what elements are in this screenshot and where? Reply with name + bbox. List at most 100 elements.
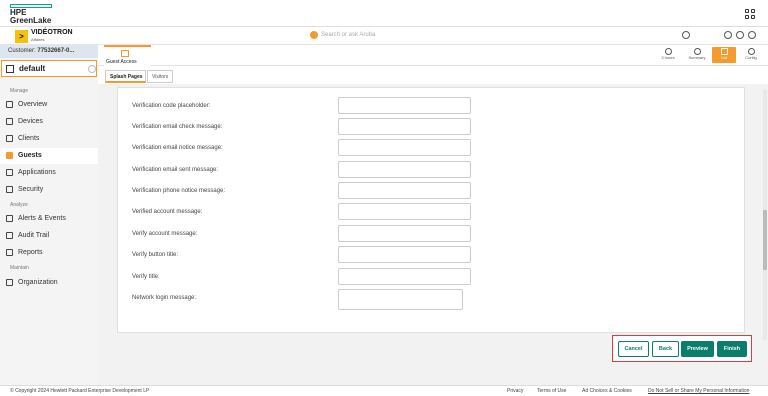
scrollbar-thumb[interactable] (763, 210, 767, 270)
field-label: Verify title: (132, 274, 160, 280)
verified-account-message-input[interactable] (338, 203, 471, 220)
app-grid-icon[interactable] (745, 9, 755, 19)
sidebar: Customer: 77532667-0... default Manage O… (0, 45, 98, 385)
verify-account-message-input[interactable] (338, 225, 471, 242)
verification-code-placeholder-input[interactable] (338, 97, 471, 114)
logo-line2: GreenLake (10, 16, 52, 25)
page: HPE GreenLake > VIDÉOTRON Affaires Searc… (0, 0, 768, 396)
search-placeholder[interactable]: Search or ask Aruba (321, 31, 375, 40)
sidebar-item-label: Security (18, 186, 44, 193)
finish-button[interactable]: Finish (717, 341, 747, 357)
verification-phone-notice-input[interactable] (338, 182, 471, 199)
sidebar-item-label: Clients (18, 135, 40, 142)
back-button[interactable]: Back (652, 341, 679, 357)
summary-button[interactable]: Summary (685, 47, 709, 63)
verification-email-check-input[interactable] (338, 118, 471, 135)
field-label: Verified account message: (132, 209, 203, 215)
section-manage: Manage (10, 88, 29, 94)
help-icon[interactable] (736, 31, 744, 39)
hpe-greenlake-logo[interactable]: HPE GreenLake (10, 4, 54, 25)
privacy-link[interactable]: Privacy (507, 386, 523, 396)
tab-splash-pages[interactable]: Splash Pages (105, 70, 146, 83)
customer-line: Customer: 77532667-0... (0, 45, 98, 58)
guest-access-icon (121, 50, 129, 57)
preview-button[interactable]: Preview (681, 341, 714, 357)
form-row: Verify button title: (118, 246, 746, 264)
clients-icon (6, 135, 13, 142)
aruba-search-icon (310, 31, 318, 39)
field-label: Network login message: (132, 295, 197, 301)
section-maintain: Maintain (10, 265, 29, 271)
sidebar-item-reports[interactable]: Reports (0, 245, 98, 261)
customer-value: 77532667-0... (37, 48, 75, 54)
sidebar-item-overview[interactable]: Overview (0, 97, 98, 113)
cancel-button[interactable]: Cancel (618, 341, 649, 357)
alert-icon (6, 215, 13, 222)
sidebar-item-applications[interactable]: Applications (0, 165, 98, 181)
scrollbar[interactable] (763, 90, 767, 340)
verify-button-title-input[interactable] (338, 246, 471, 263)
form-card: Verification code placeholder: Verificat… (117, 87, 745, 333)
list-label: List (720, 55, 728, 60)
verify-title-input[interactable] (338, 268, 471, 285)
terms-link[interactable]: Terms of Use (537, 386, 566, 396)
top-icons (682, 31, 762, 41)
account-name[interactable]: VIDÉOTRON (31, 29, 73, 37)
verification-email-notice-input[interactable] (338, 139, 471, 156)
group-status-icon (88, 65, 96, 73)
sidebar-item-organization[interactable]: Organization (0, 275, 98, 291)
network-login-message-textarea[interactable] (338, 289, 463, 310)
sidebar-item-clients[interactable]: Clients (0, 131, 98, 147)
tab-guest-access[interactable]: Guest Access (104, 45, 151, 66)
sidebar-item-alerts-events[interactable]: Alerts & Events (0, 211, 98, 227)
section-analyze: Analyze (10, 202, 28, 208)
top-bar: HPE GreenLake (0, 0, 768, 27)
list-button[interactable]: List (712, 47, 736, 63)
time-range-button[interactable]: 3 hours (656, 47, 680, 63)
sidebar-item-label: Guests (18, 152, 42, 159)
form-row: Verify title: (118, 268, 746, 286)
form-row: Verification code placeholder: (118, 97, 746, 115)
user-icon[interactable] (748, 31, 756, 39)
field-label: Verification email notice message: (132, 145, 223, 151)
search-icon[interactable] (682, 31, 690, 39)
bell-icon[interactable] (724, 31, 732, 39)
copyright: © Copyright 2024 Hewlett Packard Enterpr… (10, 388, 150, 394)
sidebar-item-label: Overview (18, 101, 48, 108)
verification-email-sent-input[interactable] (338, 161, 471, 178)
group-icon (6, 65, 14, 73)
field-label: Verification email check message: (132, 124, 223, 130)
search-bar[interactable]: Search or ask Aruba (310, 31, 680, 41)
tab-visitors[interactable]: Visitors (147, 70, 173, 83)
clock-icon (664, 48, 672, 55)
ad-choices-link[interactable]: Ad Choices & Cookies (582, 386, 632, 396)
customer-label: Customer: (8, 48, 36, 54)
footer: © Copyright 2024 Hewlett Packard Enterpr… (0, 385, 768, 396)
form-row: Network login message: (118, 289, 746, 310)
config-button[interactable]: Config (739, 47, 763, 63)
sidebar-item-label: Alerts & Events (18, 215, 66, 222)
summary-label: Summary (688, 55, 706, 60)
sidebar-item-audit-trail[interactable]: Audit Trail (0, 228, 98, 244)
sidebar-item-label: Reports (18, 249, 43, 256)
overview-icon (6, 101, 13, 108)
sidebar-item-security[interactable]: Security (0, 182, 98, 198)
group-selector[interactable]: default (1, 60, 97, 77)
sidebar-item-label: Organization (18, 279, 58, 286)
sidebar-item-devices[interactable]: Devices (0, 114, 98, 130)
field-label: Verify account message: (132, 231, 198, 237)
account-sub: Affaires (31, 37, 45, 42)
sidebar-item-guests[interactable]: Guests (0, 148, 98, 164)
do-not-sell-link[interactable]: Do Not Sell or Share My Personal Informa… (648, 386, 749, 396)
time-range-label: 3 hours (661, 55, 675, 60)
field-label: Verification code placeholder: (132, 103, 211, 109)
audit-icon (6, 232, 13, 239)
account-bar: > VIDÉOTRON Affaires Search or ask Aruba (0, 27, 768, 45)
list-icon (720, 48, 728, 55)
account-badge-icon[interactable]: > (15, 30, 28, 43)
devices-icon (6, 118, 13, 125)
field-label: Verification email sent message: (132, 167, 219, 173)
field-label: Verification phone notice message: (132, 188, 226, 194)
applications-icon (6, 169, 13, 176)
security-icon (6, 186, 13, 193)
